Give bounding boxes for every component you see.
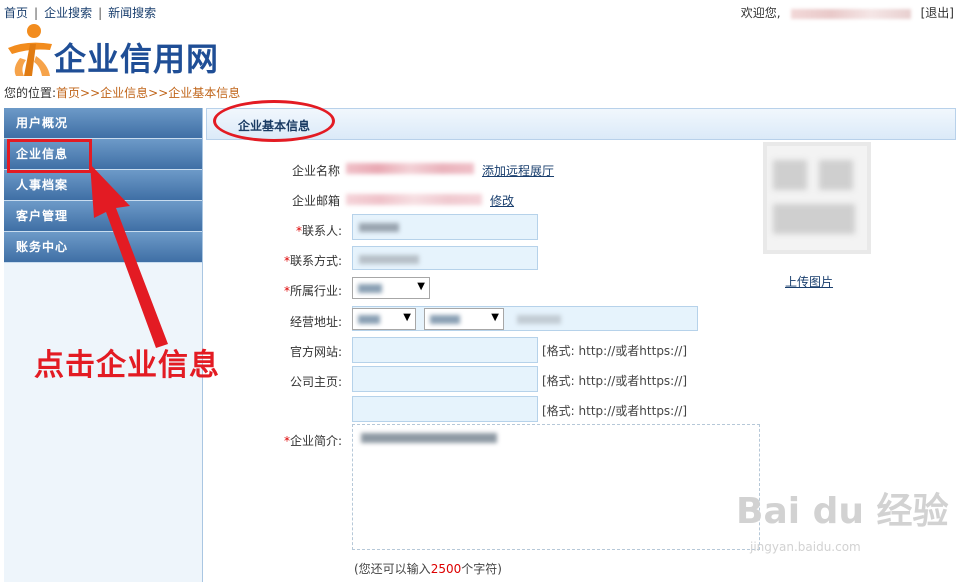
homepage-format-hint: [格式: http://或者https://] [542, 374, 687, 388]
province-select[interactable]: ▼ [352, 308, 416, 330]
sidebar-item-user-overview[interactable]: 用户概况 [4, 108, 202, 139]
nav-company-search-link[interactable]: 企业搜索 [44, 6, 92, 20]
company-intro-label: *企业简介: [283, 434, 342, 448]
char-count-hint: (您还可以输入2500个字符) [354, 562, 502, 576]
watermark-url: jingyan.baidu.com [750, 540, 861, 554]
annotation-arrow-icon [90, 164, 168, 348]
user-welcome: 欢迎您, [退出] [741, 4, 954, 21]
contact-phone-label: *联系方式: [283, 254, 342, 268]
nav-news-search-link[interactable]: 新闻搜索 [108, 6, 156, 20]
contact-person-input[interactable] [352, 214, 538, 240]
baidu-watermark: Bai du 经验 jingyan.baidu.com [736, 482, 949, 554]
official-website-input[interactable] [352, 337, 538, 363]
contact-phone-input[interactable] [352, 246, 538, 270]
official-website-label: 官方网站: [289, 345, 342, 359]
website-format-hint: [格式: http://或者https://] [542, 344, 687, 358]
company-email-label: 企业邮箱 [291, 194, 340, 208]
upload-image-link[interactable]: 上传图片 [785, 273, 833, 290]
annotation-highlight-box [7, 139, 92, 173]
chevron-down-icon: ▼ [491, 312, 499, 323]
site-logo[interactable]: 企业信用网 [6, 22, 246, 80]
industry-select[interactable]: ▼ [352, 277, 430, 299]
industry-label: *所属行业: [283, 284, 342, 298]
breadcrumb-prefix: 您的位置: [4, 86, 57, 100]
breadcrumb: 您的位置:首页>>企业信息>>企业基本信息 [4, 84, 240, 101]
company-logo-preview [763, 142, 871, 254]
contact-person-label: *联系人: [295, 224, 342, 238]
additional-url-input[interactable] [352, 396, 538, 422]
company-intro-textarea[interactable] [352, 424, 760, 550]
top-bar: 首页 | 企业搜索 | 新闻搜索 欢迎您, [退出] [0, 0, 960, 24]
annotation-text: 点击企业信息 [34, 348, 220, 383]
logo-text: 企业信用网 [54, 40, 220, 78]
breadcrumb-path[interactable]: 首页>>企业信息>>企业基本信息 [56, 86, 240, 100]
annotation-ellipse [213, 100, 335, 142]
welcome-text: 欢迎您, [740, 6, 781, 20]
address-field-group: ▼ ▼ [352, 306, 698, 331]
watermark-logo-text: Bai du 经验 [736, 491, 949, 532]
nav-home-link[interactable]: 首页 [4, 6, 28, 20]
address-label: 经营地址: [289, 315, 342, 329]
company-intro-value [361, 433, 497, 443]
company-name-value [346, 163, 474, 174]
company-name-label: 企业名称 [291, 164, 340, 178]
company-homepage-label: 公司主页: [289, 375, 342, 389]
city-select[interactable]: ▼ [424, 308, 504, 330]
chevron-down-icon: ▼ [403, 312, 411, 323]
company-email-value [346, 194, 482, 205]
modify-email-link[interactable]: 修改 [490, 192, 514, 209]
chevron-down-icon: ▼ [417, 281, 425, 292]
additional-url-format-hint: [格式: http://或者https://] [542, 404, 687, 418]
logout-link[interactable]: [退出] [921, 6, 954, 20]
top-nav: 首页 | 企业搜索 | 新闻搜索 [4, 6, 157, 20]
street-address-value[interactable] [517, 315, 561, 324]
company-homepage-input[interactable] [352, 366, 538, 392]
add-remote-showroom-link[interactable]: 添加远程展厅 [482, 162, 554, 179]
logo-figure-icon [8, 24, 52, 76]
blurred-username [790, 8, 911, 19]
